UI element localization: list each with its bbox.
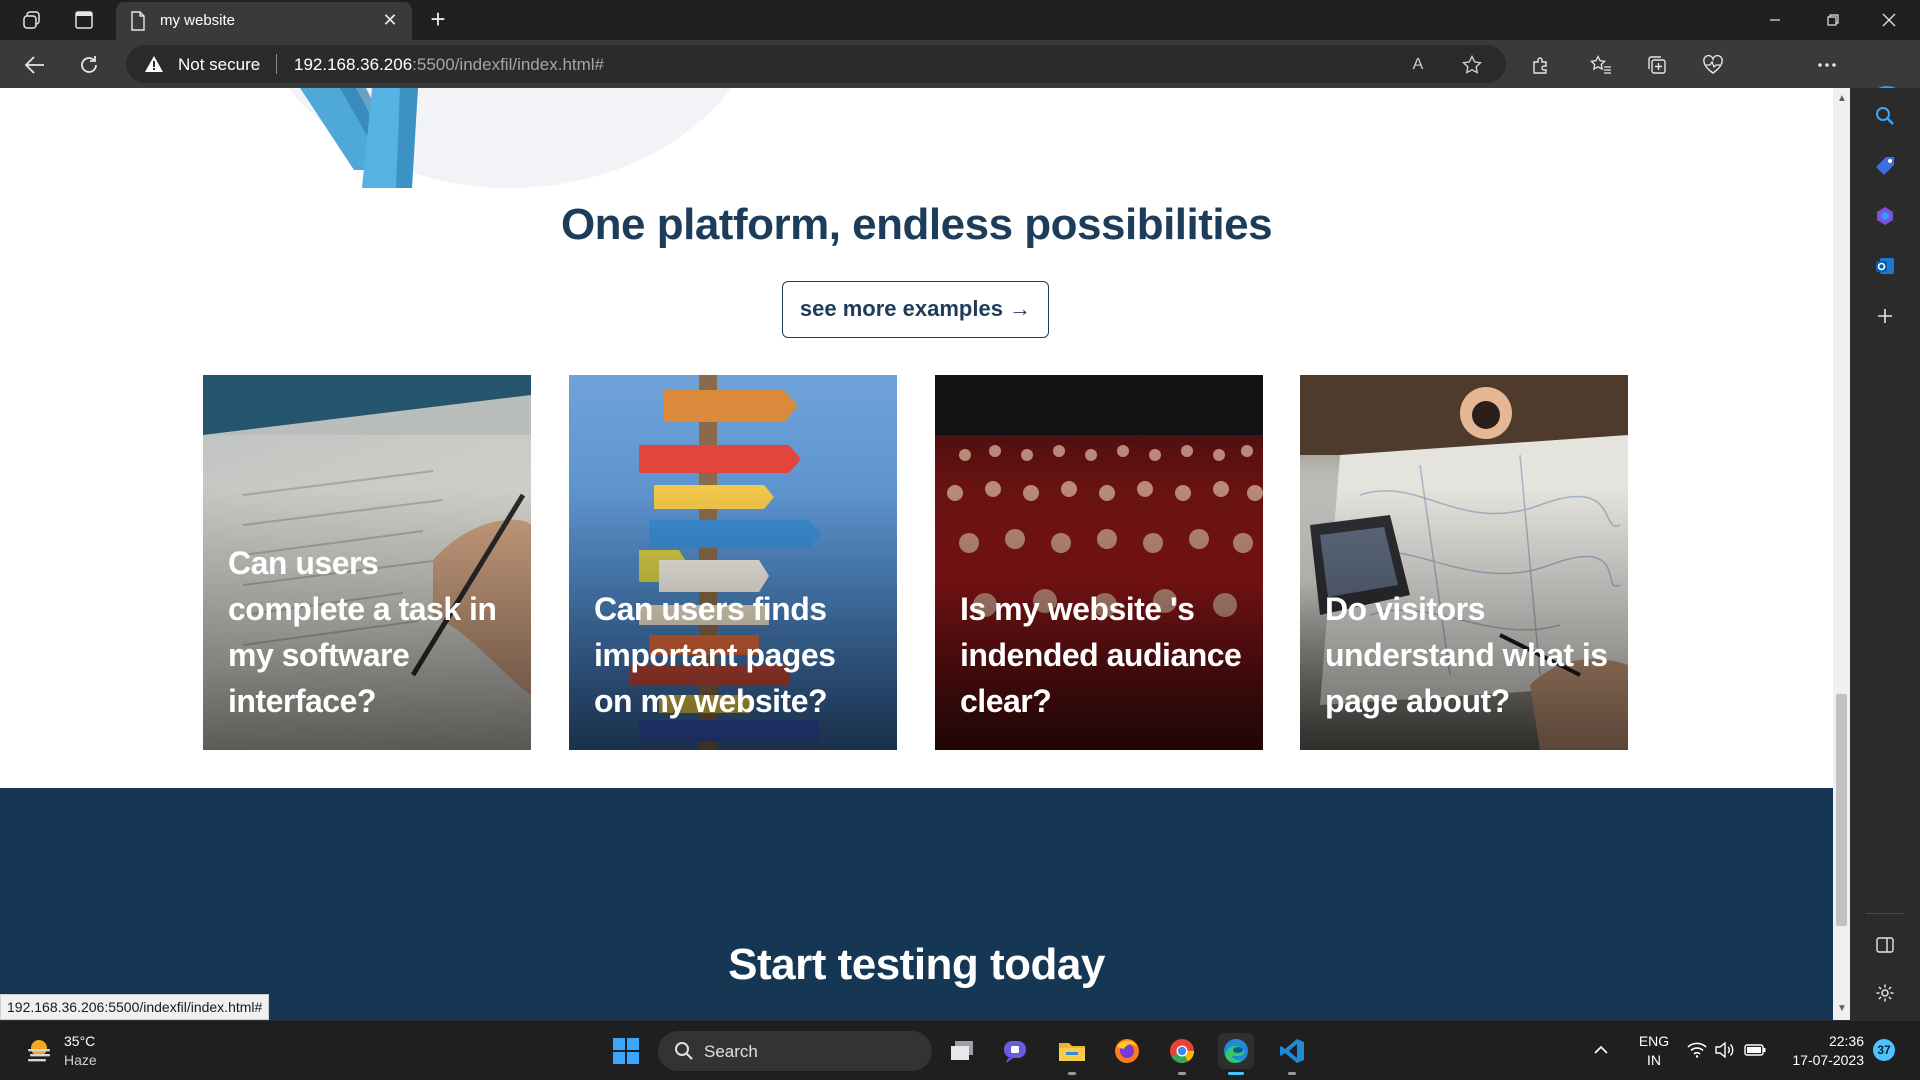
show-hidden-icons-chevron-icon[interactable] xyxy=(1590,1039,1612,1061)
scroll-down-arrow[interactable]: ▼ xyxy=(1837,1004,1847,1014)
workspaces-icon[interactable] xyxy=(20,8,44,32)
sidebar-shopping-icon[interactable] xyxy=(1871,152,1899,180)
url-path: :5500/indexfil/index.html# xyxy=(412,55,605,74)
edge-sidebar xyxy=(1850,88,1920,1020)
status-bar-link: 192.168.36.206:5500/indexfil/index.html# xyxy=(0,994,270,1020)
running-indicator xyxy=(1178,1072,1186,1075)
collections-icon[interactable] xyxy=(1644,52,1670,78)
start-testing-title: Start testing today xyxy=(728,940,1105,989)
clock-time[interactable]: 22:36 xyxy=(1784,1033,1864,1049)
volume-icon[interactable] xyxy=(1714,1039,1736,1061)
file-explorer-icon[interactable] xyxy=(1054,1033,1090,1075)
refresh-button[interactable] xyxy=(74,50,104,80)
chrome-icon[interactable] xyxy=(1164,1033,1200,1075)
clock-date[interactable]: 17-07-2023 xyxy=(1774,1052,1864,1068)
browser-toolbar: Not secure 192.168.36.206:5500/indexfil/… xyxy=(0,40,1920,124)
address-bar[interactable]: Not secure 192.168.36.206:5500/indexfil/… xyxy=(126,45,1506,83)
example-card-audience[interactable]: Is my website 's indended audiance clear… xyxy=(935,375,1263,750)
restore-button[interactable] xyxy=(1806,0,1860,40)
tab-close-icon[interactable]: ✕ xyxy=(380,10,400,30)
url-text[interactable]: 192.168.36.206:5500/indexfil/index.html# xyxy=(294,55,604,75)
tab-my-website[interactable]: my website ✕ xyxy=(116,2,412,40)
sidebar-add-icon[interactable] xyxy=(1871,302,1899,330)
card-title: Can users complete a task in my software… xyxy=(228,545,497,719)
start-button[interactable] xyxy=(608,1033,644,1069)
web-page: One platform, endless possibilities see … xyxy=(0,88,1833,1020)
sidebar-divider xyxy=(1866,913,1904,914)
favorites-icon[interactable] xyxy=(1588,52,1614,78)
favorite-star-icon[interactable] xyxy=(1460,53,1484,77)
hero-illustration xyxy=(300,88,418,188)
more-options-icon[interactable] xyxy=(1814,52,1840,78)
running-indicator xyxy=(1288,1072,1296,1075)
example-card-pages[interactable]: Can users finds important pages on my we… xyxy=(569,375,897,750)
page-scrollbar[interactable]: ▲ ▼ xyxy=(1833,88,1850,1020)
scroll-up-arrow[interactable]: ▲ xyxy=(1837,94,1847,104)
vscode-icon[interactable] xyxy=(1274,1033,1310,1075)
read-aloud-icon[interactable]: A xyxy=(1406,53,1430,77)
url-host: 192.168.36.206 xyxy=(294,55,413,74)
language-region[interactable]: IN xyxy=(1634,1052,1674,1068)
close-window-button[interactable] xyxy=(1862,0,1916,40)
card-title: Do visitors understand what is page abou… xyxy=(1325,591,1608,719)
see-more-examples-button[interactable]: see more examples → xyxy=(782,281,1049,338)
new-tab-button[interactable]: + xyxy=(424,6,452,34)
warning-icon[interactable] xyxy=(144,55,164,73)
active-indicator xyxy=(1228,1072,1244,1075)
section-title: One platform, endless possibilities xyxy=(560,200,1273,249)
read-aloud-glyph: A xyxy=(1412,56,1424,73)
weather-haze-icon[interactable] xyxy=(24,1035,54,1065)
extensions-icon[interactable] xyxy=(1528,52,1554,78)
tab-title: my website xyxy=(160,12,236,29)
tab-actions-icon[interactable] xyxy=(72,8,96,32)
firefox-icon[interactable] xyxy=(1109,1033,1145,1069)
back-button[interactable] xyxy=(20,50,50,80)
wifi-icon[interactable] xyxy=(1686,1039,1708,1061)
page-icon xyxy=(131,11,145,31)
sidebar-settings-icon[interactable] xyxy=(1871,979,1899,1007)
card-title: Can users finds important pages on my we… xyxy=(594,591,836,719)
sidebar-toggle-panel-icon[interactable] xyxy=(1871,931,1899,959)
screen: my website ✕ + Not secure 192.168.36.206… xyxy=(0,0,1920,1080)
sidebar-search-icon[interactable] xyxy=(1871,102,1899,130)
task-view-icon[interactable] xyxy=(944,1033,980,1069)
battery-icon[interactable] xyxy=(1744,1039,1766,1061)
teams-chat-icon[interactable] xyxy=(998,1033,1034,1069)
browser-essentials-icon[interactable] xyxy=(1700,52,1726,78)
scroll-thumb[interactable] xyxy=(1836,694,1847,926)
running-indicator xyxy=(1068,1072,1076,1075)
card-title: Is my website 's indended audiance clear… xyxy=(960,591,1242,719)
minimize-button[interactable] xyxy=(1748,0,1802,40)
address-divider xyxy=(276,54,277,74)
taskbar-search[interactable]: Search xyxy=(658,1031,932,1071)
weather-temperature[interactable]: 35°C xyxy=(64,1033,95,1049)
edge-icon[interactable] xyxy=(1218,1033,1254,1075)
notification-count-badge[interactable]: 37 xyxy=(1873,1039,1895,1061)
search-icon xyxy=(675,1042,693,1060)
language-code[interactable]: ENG xyxy=(1634,1033,1674,1049)
weather-description[interactable]: Haze xyxy=(64,1052,97,1068)
sidebar-outlook-icon[interactable] xyxy=(1871,252,1899,280)
windows-taskbar: 35°C Haze Search ENG IN 22:36 17-07-2023… xyxy=(0,1020,1920,1080)
browser-title-bar: my website ✕ + xyxy=(0,0,1920,40)
example-card-visitors[interactable]: Do visitors understand what is page abou… xyxy=(1300,375,1628,750)
example-card-task[interactable]: Can users complete a task in my software… xyxy=(203,375,531,750)
not-secure-label[interactable]: Not secure xyxy=(178,55,260,75)
search-placeholder: Search xyxy=(704,1042,758,1061)
sidebar-copilot-icon[interactable] xyxy=(1871,202,1899,230)
